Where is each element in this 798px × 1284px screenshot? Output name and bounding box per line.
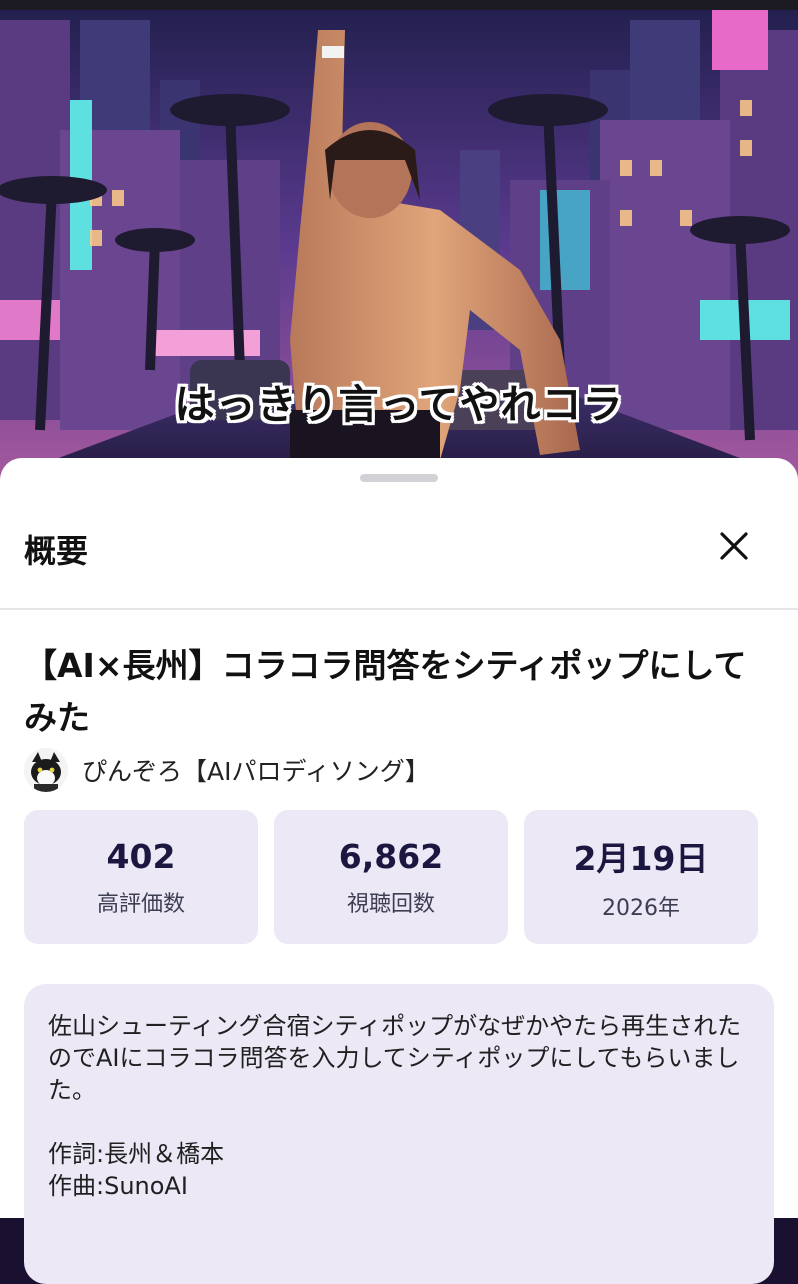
close-icon [720,532,748,560]
stats-row: 402 高評価数 6,862 視聴回数 2月19日 2026年 [24,810,758,944]
stat-value: 2月19日 [573,839,709,878]
close-button[interactable] [706,524,762,568]
video-thumbnail[interactable]: はっきり言ってやれコラ [0,0,798,480]
drag-handle[interactable] [360,474,438,482]
thumbnail-caption: はっきり言ってやれコラ [174,382,624,428]
stat-date: 2月19日 2026年 [524,810,758,944]
video-title: 【AI×長州】コラコラ問答をシティポップにしてみた [24,646,747,737]
stat-label: 2026年 [602,896,680,921]
stat-value: 402 [106,836,176,876]
stat-label: 視聴回数 [346,891,435,917]
cat-avatar-icon[interactable] [24,748,68,792]
channel-name[interactable]: ぴんぞろ【AIパロディソング】 [82,752,430,788]
stat-label: 高評価数 [96,891,185,917]
stat-likes: 402 高評価数 [24,810,258,944]
description-text: 佐山シューティング合宿シティポップがなぜかやたら再生されたのでAIにコラコラ問答… [48,1012,742,1200]
stat-views: 6,862 視聴回数 [274,810,508,944]
sheet-title: 概要 [24,532,89,570]
header-divider [0,608,798,610]
channel-row[interactable]: ぴんぞろ【AIパロディソング】 [24,748,430,792]
description-sheet: 概要 【AI×長州】コラコラ問答をシティポップにしてみた ぴんぞろ【AIパロディ… [0,458,798,1284]
stat-value: 6,862 [338,836,444,876]
description-box[interactable]: 佐山シューティング合宿シティポップがなぜかやたら再生されたのでAIにコラコラ問答… [24,984,774,1284]
status-bar-strip [0,0,798,10]
